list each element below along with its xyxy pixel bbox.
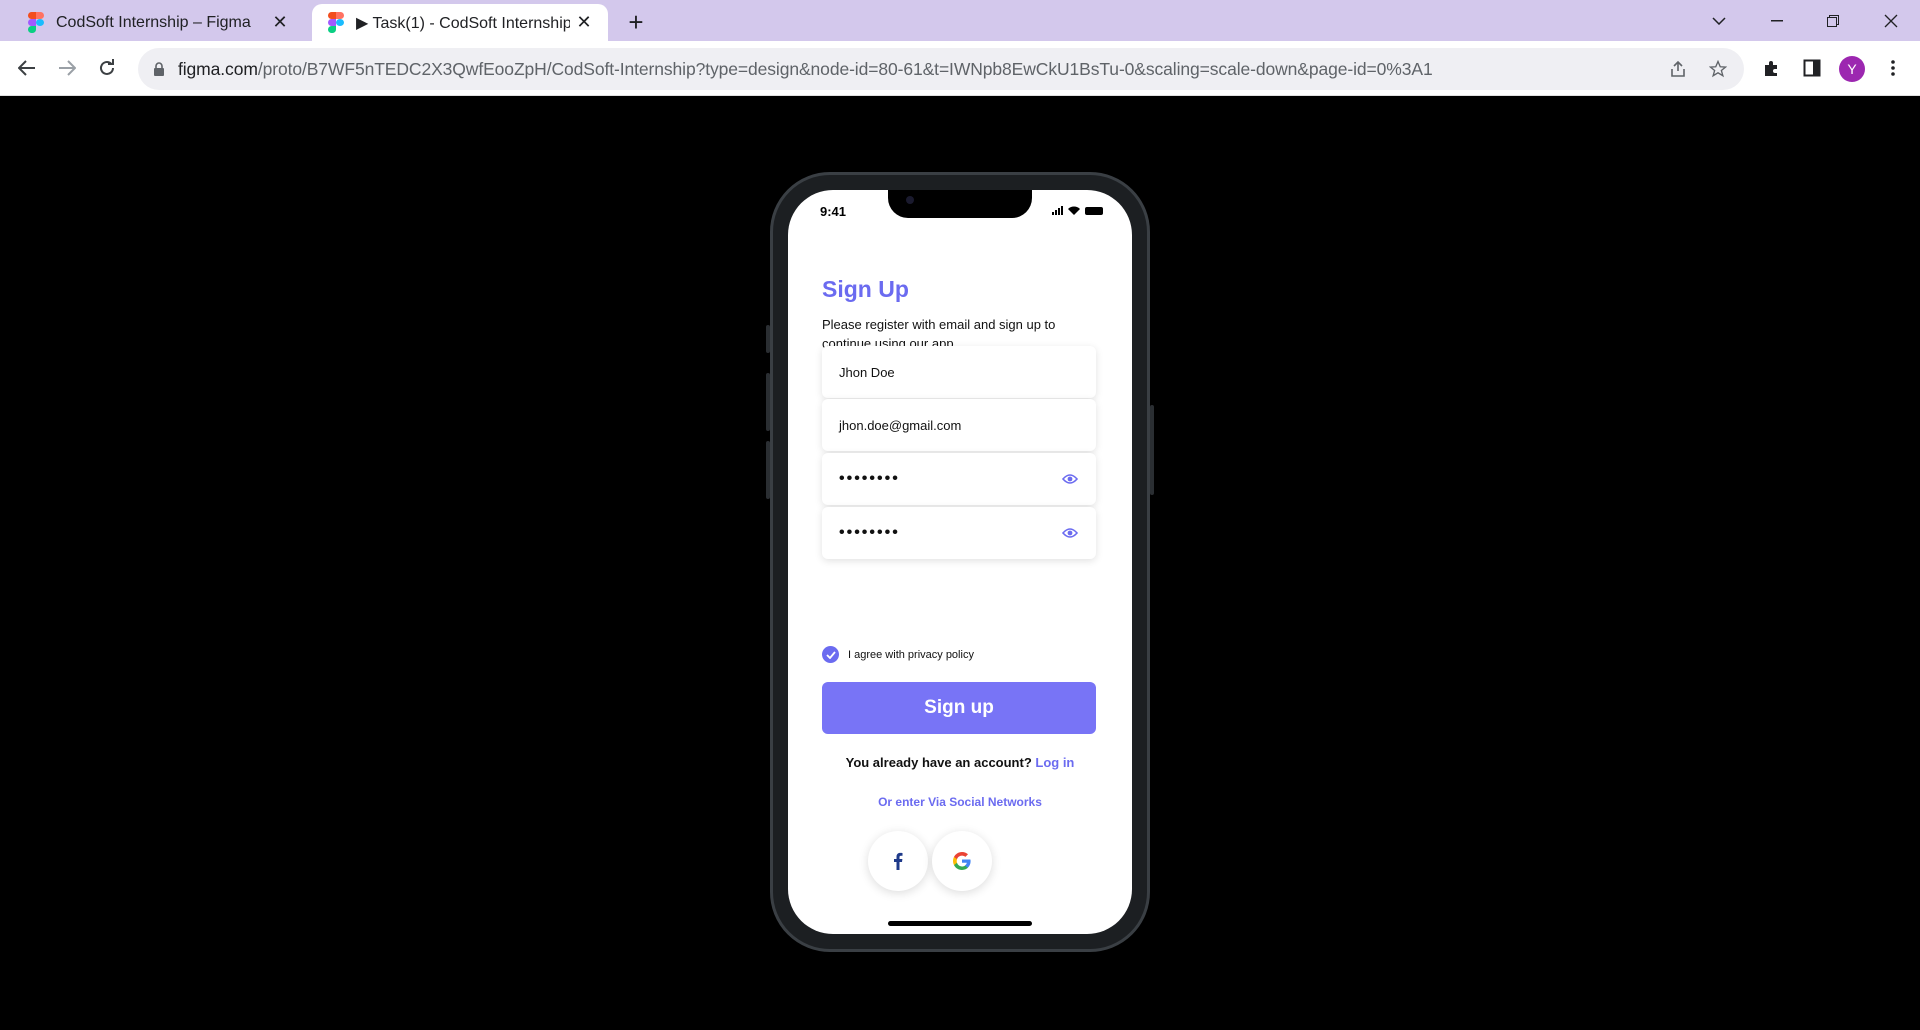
- have-account-line: You already have an account? Log in: [788, 755, 1132, 770]
- extensions-puzzle-icon[interactable]: [1754, 51, 1788, 85]
- phone-power-button: [1150, 405, 1154, 495]
- back-arrow-icon[interactable]: [10, 51, 44, 85]
- forward-arrow-icon[interactable]: [50, 51, 84, 85]
- side-panel-icon[interactable]: [1795, 51, 1829, 85]
- prototype-canvas: 9:41 Sign Up Please register with email …: [0, 96, 1920, 1030]
- confirm-password-field-value: ••••••••: [839, 524, 900, 541]
- lock-icon: [154, 62, 164, 76]
- email-field[interactable]: jhon.doe@gmail.com: [822, 399, 1096, 451]
- eye-icon[interactable]: [1062, 527, 1078, 539]
- battery-icon: [1085, 206, 1103, 215]
- tab-title: ▶ Task(1) - CodSoft Internship: [356, 14, 570, 32]
- page-title: Sign Up: [822, 276, 909, 302]
- status-icons: [1052, 206, 1103, 215]
- google-icon: [953, 852, 971, 870]
- share-icon[interactable]: [1658, 48, 1698, 90]
- signup-button[interactable]: Sign up: [822, 682, 1096, 734]
- wifi-icon: [1068, 206, 1080, 215]
- bookmark-star-icon[interactable]: [1698, 48, 1738, 90]
- reload-icon[interactable]: [90, 51, 124, 85]
- url-path: /proto/B7WF5nTEDC2X3QwfEooZpH/CodSoft-In…: [257, 58, 1433, 79]
- name-field[interactable]: Jhon Doe: [822, 346, 1096, 398]
- url-domain: figma.com: [178, 58, 258, 79]
- phone-notch: [888, 190, 1032, 218]
- close-tab-icon[interactable]: ✕: [266, 12, 294, 33]
- close-window-button[interactable]: [1868, 0, 1914, 41]
- google-button[interactable]: [932, 831, 992, 891]
- home-indicator: [888, 921, 1032, 926]
- url-text: figma.com/proto/B7WF5nTEDC2X3QwfEooZpH/C…: [178, 59, 1658, 80]
- privacy-agree-label: I agree with privacy policy: [848, 648, 974, 661]
- minimize-button[interactable]: [1754, 0, 1800, 41]
- confirm-password-field[interactable]: ••••••••: [822, 507, 1096, 559]
- profile-avatar[interactable]: Y: [1839, 56, 1865, 82]
- signal-icon: [1052, 206, 1063, 215]
- password-field-value: ••••••••: [839, 470, 900, 487]
- password-field[interactable]: ••••••••: [822, 453, 1096, 505]
- browser-toolbar: figma.com/proto/B7WF5nTEDC2X3QwfEooZpH/C…: [0, 41, 1920, 96]
- phone-volume-up-button: [766, 373, 770, 431]
- login-link[interactable]: Log in: [1035, 755, 1074, 770]
- facebook-button[interactable]: [868, 831, 928, 891]
- checkbox-checked-icon[interactable]: [822, 646, 839, 663]
- tab-task1-prototype[interactable]: ▶ Task(1) - CodSoft Internship ✕: [312, 4, 608, 41]
- have-account-text: You already have an account?: [845, 755, 1032, 770]
- figma-icon: [328, 11, 344, 34]
- social-networks-text: Or enter Via Social Networks: [878, 795, 1042, 809]
- tab-title: CodSoft Internship – Figma: [56, 13, 251, 31]
- tab-strip: CodSoft Internship – Figma ✕ ▶ Task(1) -…: [0, 0, 1920, 41]
- phone-mute-button: [766, 325, 770, 353]
- figma-icon: [28, 11, 44, 34]
- tab-search-chevron-icon[interactable]: [1696, 0, 1742, 41]
- address-bar[interactable]: figma.com/proto/B7WF5nTEDC2X3QwfEooZpH/C…: [138, 48, 1744, 90]
- camera-icon: [906, 196, 914, 204]
- phone-frame: 9:41 Sign Up Please register with email …: [766, 172, 1154, 952]
- privacy-agree-row[interactable]: I agree with privacy policy: [822, 646, 974, 663]
- status-time: 9:41: [820, 204, 847, 219]
- phone-volume-down-button: [766, 441, 770, 499]
- facebook-icon: [894, 852, 903, 870]
- tab-codsoft-figma[interactable]: CodSoft Internship – Figma ✕: [12, 4, 304, 41]
- signup-screen: 9:41 Sign Up Please register with email …: [788, 190, 1132, 934]
- new-tab-button[interactable]: +: [620, 6, 652, 38]
- menu-kebab-icon[interactable]: [1876, 51, 1910, 85]
- restore-button[interactable]: [1810, 0, 1856, 41]
- email-field-value: jhon.doe@gmail.com: [839, 417, 962, 433]
- close-tab-icon[interactable]: ✕: [570, 12, 598, 33]
- name-field-value: Jhon Doe: [839, 364, 895, 380]
- eye-icon[interactable]: [1062, 473, 1078, 485]
